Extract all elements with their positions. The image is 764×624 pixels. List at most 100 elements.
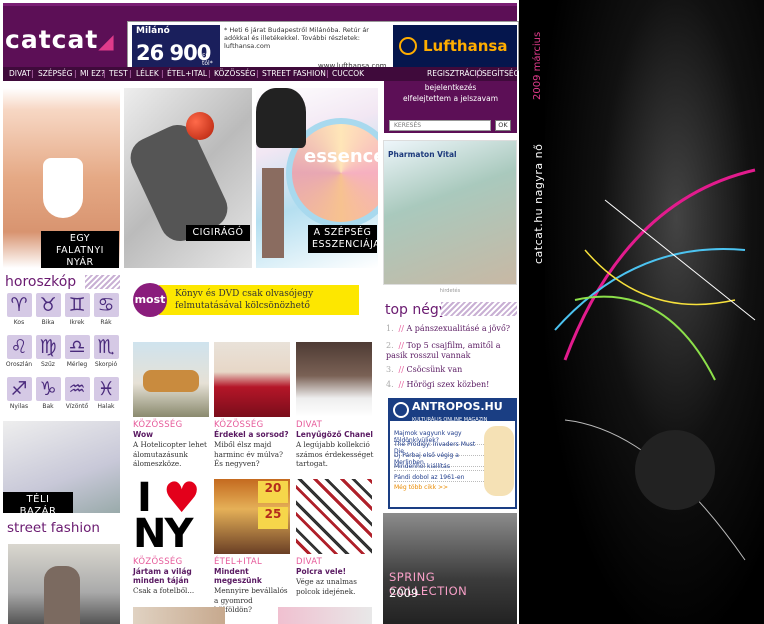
antropos-link[interactable]: Mindenhol kiállítás <box>394 463 484 471</box>
street-fashion-title[interactable]: street fashion <box>7 520 100 536</box>
zodiac-sign[interactable]: ♊ Ikrek <box>63 293 91 333</box>
hero-caption-2[interactable]: CIGIRÁGÓ <box>186 225 250 241</box>
teli-bazar-image[interactable]: TÉLI BAZÁR <box>3 421 120 513</box>
zodiac-name: Mérleg <box>66 361 88 368</box>
card-title[interactable]: Mindent megeszünk <box>214 567 292 585</box>
more-article-image[interactable] <box>133 607 225 624</box>
zodiac-sign[interactable]: ♐ Nyilas <box>5 377 33 417</box>
forgot-password-link[interactable]: elfelejtettem a jelszavam <box>384 94 517 103</box>
lufthansa-banner[interactable]: Milánó 26 900 Ft-tól* * Heti 6 járat Bud… <box>127 21 519 71</box>
search-ok-button[interactable]: OK <box>495 120 511 131</box>
side-artwork-svg <box>554 168 756 561</box>
antropos-more-link[interactable]: Még több cikk >> <box>394 484 448 491</box>
nav-item-etel-ital[interactable]: ÉTEL+ITAL <box>167 67 207 81</box>
banner-price: 26 900 <box>136 41 211 65</box>
login-link[interactable]: bejelentkezés <box>384 83 517 92</box>
lufthansa-name: Lufthansa <box>423 37 508 55</box>
side-artwork <box>545 0 764 624</box>
card-desc: A legújabb kollekció számos érdekességet… <box>296 440 374 468</box>
nav-item-street-fashion[interactable]: STREET FASHION <box>262 67 326 81</box>
card-title[interactable]: Lenyűgöző Chanel <box>296 430 374 439</box>
top4-text[interactable]: Hörögi szex közben! <box>406 380 489 389</box>
zodiac-sign[interactable]: ♑ Bak <box>34 377 62 417</box>
hero-caption-3[interactable]: A SZÉPSÉG ESSZENCIÁJA <box>308 225 378 253</box>
hero-essence-image[interactable]: essence A SZÉPSÉG ESSZENCIÁJA <box>256 88 378 268</box>
top4-item[interactable]: 2. // Top 5 csajfilm, amitől a pasik ros… <box>386 341 516 361</box>
card-category[interactable]: DIVAT <box>296 557 374 567</box>
logo-text[interactable]: catcat <box>5 25 98 54</box>
article-card[interactable]: DIVAT Polcra vele! Vége az unalmas polco… <box>296 479 374 596</box>
bazar-caption[interactable]: TÉLI BAZÁR <box>3 492 73 513</box>
nav-item-lelek[interactable]: LÉLEK <box>136 67 159 81</box>
card-title[interactable]: Jártam a világ minden táján <box>133 567 211 585</box>
more-article-image[interactable] <box>278 607 372 624</box>
nav-item-szepseg[interactable]: SZÉPSÉG <box>38 67 72 81</box>
horoscope-grid: ♈ Kos ♉ Bika ♊ Ikrek ♋ Rák ♌ Oroszlán ♍ Szűz ♎ Mérleg… <box>3 293 120 417</box>
top4-text[interactable]: Csöcsünk van <box>406 365 462 374</box>
article-card[interactable]: I ♥ NY KÖZÖSSÉG Jártam a világ minden tá… <box>133 479 211 596</box>
spring-collection-ad[interactable]: SPRING COLLECTION 2009 <box>383 513 517 624</box>
article-card[interactable]: KÖZÖSSÉG Wow A Hotelicopter lehet álomut… <box>133 342 211 469</box>
card-category[interactable]: ÉTEL+ITAL <box>214 557 292 567</box>
top4-item[interactable]: 4. // Hörögi szex közben! <box>386 380 516 390</box>
pharmaton-ad[interactable]: Pharmaton Vital <box>383 140 517 285</box>
zodiac-name: Vízöntő <box>65 403 89 410</box>
nav-item-mi-ez[interactable]: MI EZ? <box>80 67 105 81</box>
zodiac-sign[interactable]: ♏ Skorpió <box>92 335 120 375</box>
brush-shape <box>256 88 306 148</box>
card-category[interactable]: KÖZÖSSÉG <box>133 557 211 567</box>
street-fashion-image[interactable] <box>8 544 120 624</box>
antropos-header[interactable]: ANTROPOS.HU KULTURÁLIS ONLINE MAGAZIN <box>390 400 515 423</box>
article-card[interactable]: KÖZÖSSÉG Érdekel a sorsod? Miből élsz ma… <box>214 342 292 469</box>
shelf-image[interactable] <box>296 479 372 554</box>
antropos-widget[interactable]: ANTROPOS.HU KULTURÁLIS ONLINE MAGAZIN Ma… <box>388 398 517 509</box>
top4-item[interactable]: 3. // Csöcsünk van <box>386 365 516 375</box>
card-category[interactable]: KÖZÖSSÉG <box>214 420 292 430</box>
most-banner[interactable]: Könyv és DVD csak olvasójegy felmutatásá… <box>133 281 363 319</box>
zodiac-sign[interactable]: ♌ Oroszlán <box>5 335 33 375</box>
nav-help-link[interactable]: SEGÍTSÉG <box>482 67 519 81</box>
article-card[interactable]: 20 25 ÉTEL+ITAL Mindent megeszünk Mennyi… <box>214 479 292 615</box>
zodiac-sign[interactable]: ♈ Kos <box>5 293 33 333</box>
top4-number: 2. <box>386 341 394 350</box>
food-signs-image[interactable]: 20 25 <box>214 479 290 554</box>
zodiac-name: Halak <box>97 403 115 410</box>
hero-wrench-image[interactable]: CIGIRÁGÓ <box>124 88 252 268</box>
nav-register-link[interactable]: REGISZTRÁCIÓ <box>427 67 483 81</box>
top4-item[interactable]: 1. // A pánszexualitásé a jövő? <box>386 324 516 334</box>
card-category[interactable]: DIVAT <box>296 420 374 430</box>
hero-caption-1[interactable]: EGY FALATNYI NYÁR <box>41 231 119 268</box>
card-title[interactable]: Polcra vele! <box>296 567 374 576</box>
banner-price-box[interactable]: Milánó 26 900 Ft-tól* <box>132 25 220 69</box>
zodiac-sign[interactable]: ♉ Bika <box>34 293 62 333</box>
zodiac-sign[interactable]: ♍ Szűz <box>34 335 62 375</box>
card-title[interactable]: Wow <box>133 430 211 439</box>
side-vertical-issue: 2009 március <box>532 31 543 100</box>
zodiac-icon: ♐ <box>6 377 32 401</box>
lufthansa-logo[interactable]: Lufthansa <box>393 25 517 69</box>
zodiac-sign[interactable]: ♎ Mérleg <box>63 335 91 375</box>
article-card[interactable]: DIVAT Lenyűgöző Chanel A legújabb kollek… <box>296 342 374 469</box>
zodiac-sign[interactable]: ♋ Rák <box>92 293 120 333</box>
nav-item-kozosseg[interactable]: KÖZÖSSÉG <box>214 67 256 81</box>
card-title[interactable]: Érdekel a sorsod? <box>214 430 292 439</box>
search-input[interactable]: KERESÉS <box>389 120 491 131</box>
nav-item-cuccok[interactable]: CUCCOK <box>332 67 364 81</box>
chanel-model-image[interactable] <box>296 342 372 417</box>
top4-text[interactable]: A pánszexualitásé a jövő? <box>406 324 510 333</box>
zodiac-icon: ♓ <box>93 377 119 401</box>
antropos-link[interactable]: Pándi dobol az 1961-en <box>394 474 484 482</box>
zodiac-sign[interactable]: ♒ Vízöntő <box>63 377 91 417</box>
zodiac-sign[interactable]: ♓ Halak <box>92 377 120 417</box>
zodiac-name: Szűz <box>41 361 55 368</box>
card-category[interactable]: KÖZÖSSÉG <box>133 420 211 430</box>
i-love-ny-image[interactable]: I ♥ NY <box>133 479 209 554</box>
nav-item-divat[interactable]: DIVAT <box>9 67 31 81</box>
helicopter-image[interactable] <box>133 342 209 417</box>
site-logo[interactable]: catcat◢ <box>5 20 125 70</box>
card-desc: A Hotelicopter lehet álomutazásunk álome… <box>133 440 207 468</box>
women-in-red-image[interactable] <box>214 342 290 417</box>
hero-summer-image[interactable]: EGY FALATNYI NYÁR <box>3 88 120 268</box>
nav-item-test[interactable]: TEST <box>109 67 128 81</box>
zodiac-name: Ikrek <box>69 319 85 326</box>
